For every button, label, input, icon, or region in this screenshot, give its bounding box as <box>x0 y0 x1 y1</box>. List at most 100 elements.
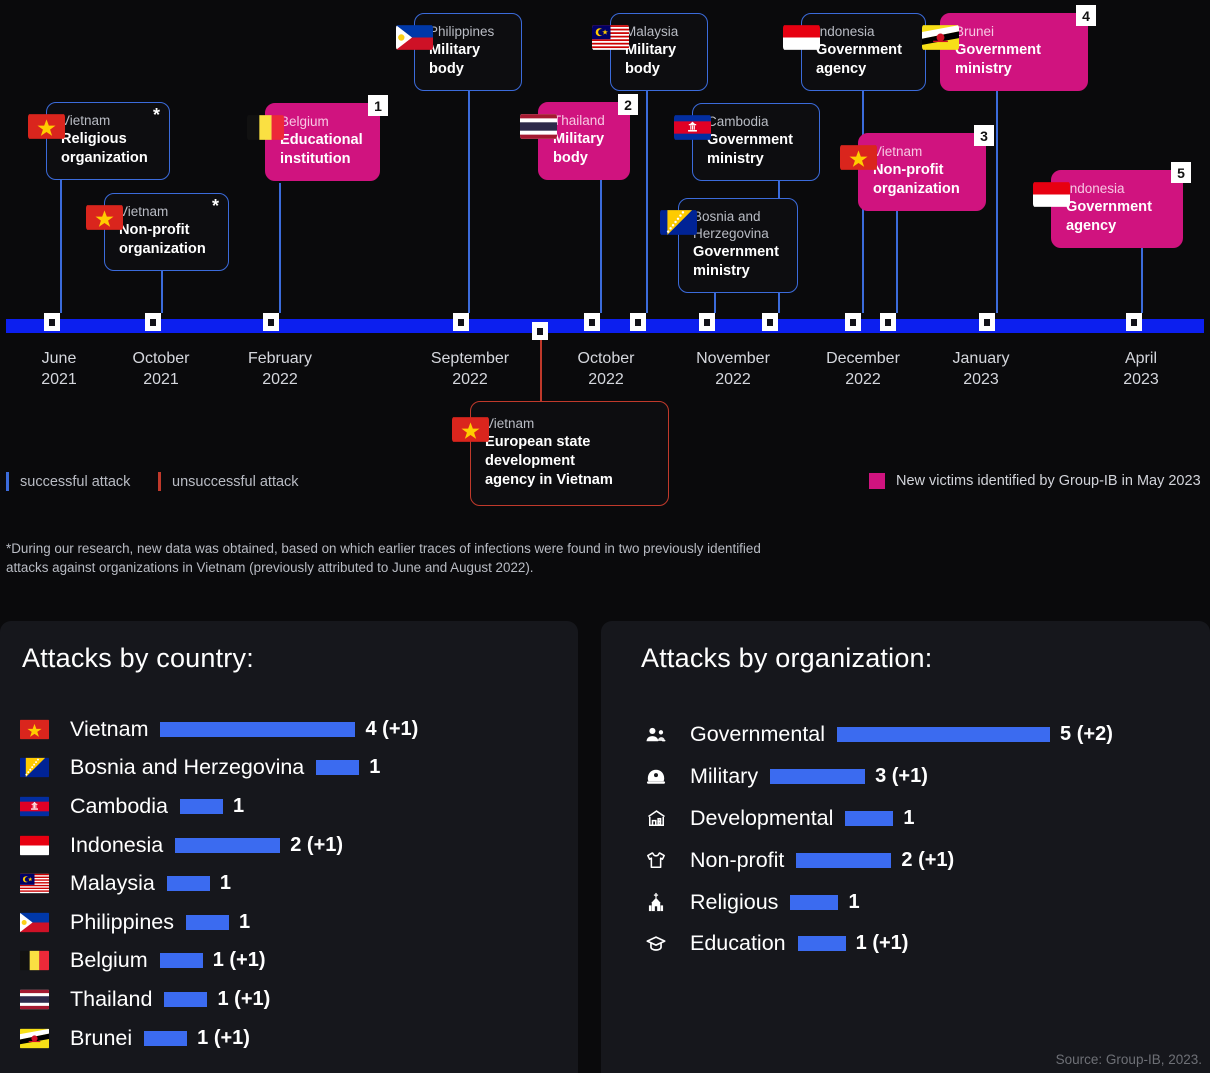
timeline-card[interactable]: Vietnam Non-profit organization 3 <box>840 125 994 211</box>
legend-successful-swatch <box>6 472 9 491</box>
timeline-card[interactable]: Vietnam Non-profit organization * <box>86 193 229 271</box>
bar-value-label: 1 <box>848 890 860 913</box>
timeline-marker[interactable] <box>979 313 995 331</box>
asterisk-badge: * <box>152 105 160 125</box>
marker-inner-square <box>767 318 773 326</box>
bar-row-label: Military <box>690 764 759 789</box>
timeline-card[interactable]: Philippines Military body <box>396 13 522 91</box>
bar-value-label: 1 <box>233 794 245 817</box>
timeline-marker[interactable] <box>584 313 600 331</box>
card-organization-label: Government ministry <box>707 132 793 167</box>
card-organization-label: Government agency <box>1066 199 1152 234</box>
bar-row-label: Philippines <box>70 909 174 934</box>
organization-bar-rows: Governmental 5 (+2) Military 3 (+1) Developm… <box>643 714 1210 965</box>
bar-value-label: 4 (+1) <box>365 717 419 740</box>
card-country-label: Vietnam <box>119 204 169 219</box>
bar-fill <box>185 914 229 930</box>
timeline-card[interactable]: Cambodia Government ministry <box>674 103 820 181</box>
timeline-marker[interactable] <box>1126 313 1142 331</box>
card-organization-label: Educational institution <box>280 132 363 167</box>
bar-value-label: 1 <box>903 806 915 829</box>
bar-fill <box>796 852 892 868</box>
marker-inner-square <box>704 318 710 326</box>
bar-row: Vietnam 4 (+1) <box>20 710 598 749</box>
bar-value-label: 1 (+1) <box>217 987 271 1010</box>
axis-date-label: November 2022 <box>696 350 770 388</box>
bar-value-label: 1 (+1) <box>197 1026 250 1049</box>
timeline-card[interactable]: Thailand Military body 2 <box>520 94 638 180</box>
church-icon <box>643 891 669 913</box>
bar-row: Malaysia 1 <box>20 864 598 903</box>
timeline-card[interactable]: Indonesia Government agency 5 <box>1033 162 1191 248</box>
marker-inner-square <box>150 318 156 326</box>
bar-fill <box>837 727 1051 743</box>
marker-inner-square <box>850 318 856 326</box>
card-country-label: Vietnam <box>61 113 111 128</box>
timeline-axis-bar <box>6 319 1204 333</box>
flag-icon-id <box>783 24 820 51</box>
timeline-marker[interactable] <box>145 313 161 331</box>
country-bar-rows: Vietnam 4 (+1) Bosnia and Herzegovina 1 Camb… <box>20 710 598 1057</box>
timeline-card-unsuccessful[interactable]: Vietnam European state development agency… <box>452 401 669 506</box>
timeline-marker[interactable] <box>762 313 778 331</box>
bar-value-label: 1 <box>369 756 381 779</box>
bar-row-label: Bosnia and Herzegovina <box>70 755 305 780</box>
flag-icon-my <box>20 873 49 894</box>
bar-value-label: 3 (+1) <box>875 765 928 788</box>
timeline-card[interactable]: Bosnia and Herzegovina Government ministr… <box>660 198 798 293</box>
bar-fill <box>164 991 208 1007</box>
card-organization-label: Non-profit organization <box>119 222 206 257</box>
panel-country-title: Attacks by country: <box>22 643 254 673</box>
panel-attacks-by-organization: Attacks by organization: Governmental 5 (… <box>601 621 1210 1073</box>
bar-row: Developmental 1 <box>643 798 1210 840</box>
flag-icon-vn <box>28 113 65 140</box>
timeline-marker[interactable] <box>880 313 896 331</box>
card-country-label: Indonesia <box>816 24 875 39</box>
bar-fill <box>160 721 356 737</box>
marker-inner-square <box>984 318 990 326</box>
flag-icon-id <box>1033 181 1070 208</box>
card-connector <box>646 87 648 313</box>
card-connector <box>600 180 602 313</box>
legend-new-victims-swatch <box>869 473 885 489</box>
card-organization-label: Government ministry <box>693 244 779 279</box>
timeline-card[interactable]: Malaysia Military body <box>592 13 708 91</box>
bar-row-label: Non-profit <box>690 847 785 872</box>
timeline-marker[interactable] <box>44 313 60 331</box>
timeline-card[interactable]: Brunei Government ministry 4 <box>922 5 1096 91</box>
legend-successful: successful attack <box>6 472 130 491</box>
marker-inner-square <box>537 327 543 335</box>
card-country-label: Brunei <box>955 24 995 39</box>
bar-fill <box>790 894 839 910</box>
flag-icon-ba <box>660 209 697 236</box>
axis-date-label: September 2022 <box>430 350 510 388</box>
bar-row: Thailand 1 (+1) <box>20 980 598 1019</box>
timeline-marker[interactable] <box>453 313 469 331</box>
bar-fill <box>159 953 203 969</box>
timeline-card[interactable]: Indonesia Government agency <box>783 13 926 91</box>
flag-icon-id <box>20 835 49 856</box>
flag-icon-bn <box>922 24 959 51</box>
marker-inner-square <box>458 318 464 326</box>
card-country-label: Philippines <box>429 24 495 39</box>
timeline-marker[interactable] <box>845 313 861 331</box>
flag-icon-bn <box>20 1028 49 1049</box>
legend-unsuccessful-swatch <box>158 472 161 491</box>
timeline-marker[interactable] <box>630 313 646 331</box>
asterisk-badge: * <box>211 196 219 216</box>
panel-attacks-by-country: Attacks by country: Vietnam 4 (+1) Bosnia … <box>0 621 578 1073</box>
bar-row: Non-profit 2 (+1) <box>643 839 1210 881</box>
bar-row-label: Religious <box>690 889 779 914</box>
timeline-marker[interactable] <box>532 322 548 340</box>
card-organization-label: Non-profit organization <box>873 162 960 197</box>
timeline-marker[interactable] <box>699 313 715 331</box>
infographic-root: Vietnam Religious organization * Vietnam Non… <box>0 0 1210 1073</box>
timeline-card[interactable]: Vietnam Religious organization * <box>28 102 170 180</box>
card-connector <box>1141 241 1143 313</box>
timeline-marker[interactable] <box>263 313 279 331</box>
timeline-card[interactable]: Belgium Educational institution 1 <box>247 95 388 181</box>
flag-icon-vn <box>840 144 877 171</box>
flag-icon-th <box>520 113 557 140</box>
marker-inner-square <box>885 318 891 326</box>
new-victim-number-badge: 5 <box>1171 162 1191 183</box>
